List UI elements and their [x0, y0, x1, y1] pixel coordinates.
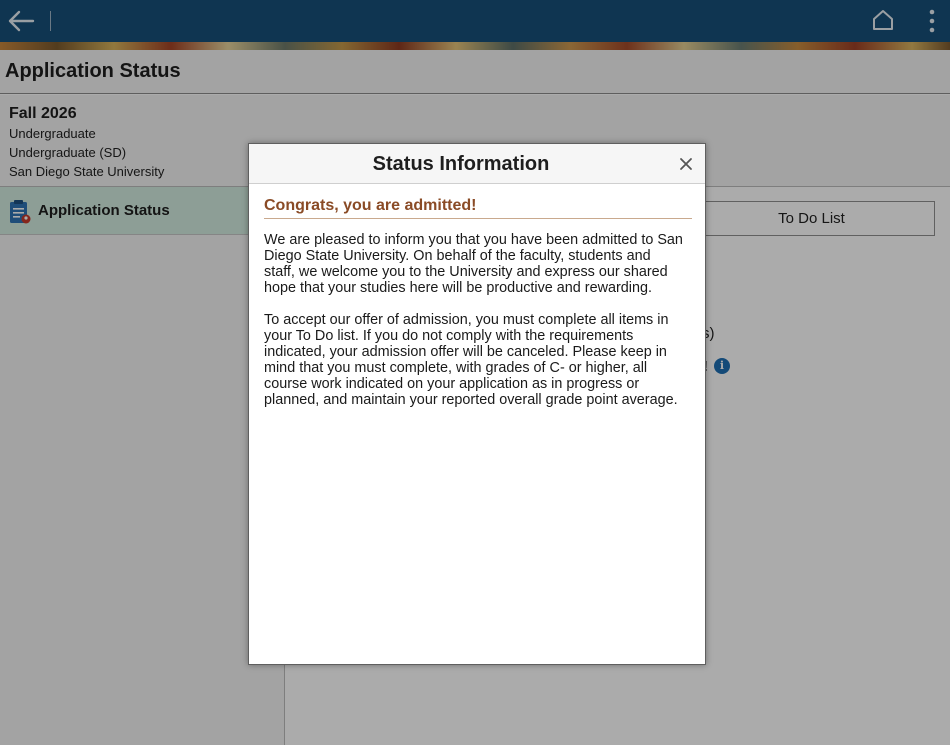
- heading-divider: [264, 218, 692, 219]
- modal-title: Status Information: [372, 153, 550, 175]
- paragraph-line: staff, we welcome you to the University …: [264, 264, 668, 280]
- paragraph-line: Diego State University. On behalf of the…: [264, 248, 651, 264]
- admission-paragraph-1: We are pleased to inform you that you ha…: [264, 232, 696, 296]
- paragraph-line: We are pleased to inform you that you ha…: [264, 232, 683, 248]
- paragraph-line: your To Do list. If you do not comply wi…: [264, 328, 634, 344]
- paragraph-line: hope that your studies here will be prod…: [264, 280, 652, 296]
- close-icon[interactable]: [675, 153, 697, 175]
- admission-heading: Congrats, you are admitted!: [264, 197, 477, 214]
- paragraph-line: course work indicated on your applicatio…: [264, 376, 640, 392]
- modal-header: Status Information: [249, 144, 705, 184]
- paragraph-line: indicated, your admission offer will be …: [264, 344, 667, 360]
- paragraph-line: To accept our offer of admission, you mu…: [264, 312, 669, 328]
- admission-paragraph-2: To accept our offer of admission, you mu…: [264, 312, 696, 408]
- paragraph-line: mind that you must complete, with grades…: [264, 360, 648, 376]
- paragraph-line: planned, and maintain your reported over…: [264, 392, 678, 408]
- status-information-modal: Status Information Congrats, you are adm…: [248, 143, 706, 665]
